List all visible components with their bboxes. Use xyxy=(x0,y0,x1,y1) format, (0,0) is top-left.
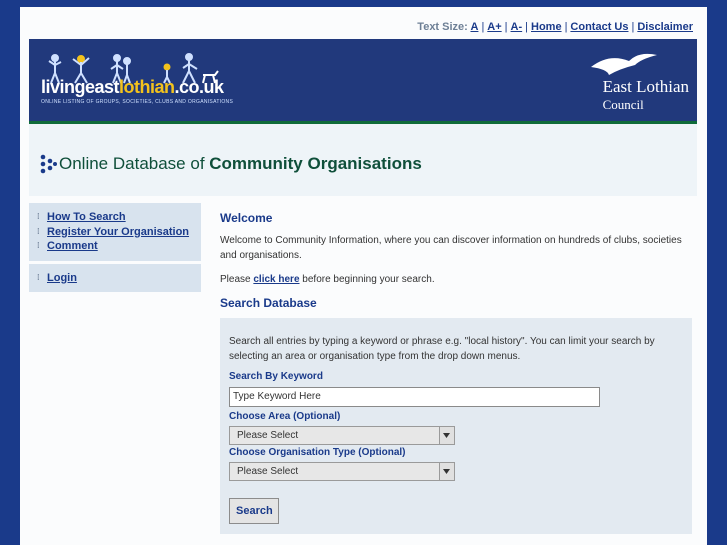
text-size-larger-link[interactable]: A+ xyxy=(487,21,501,33)
keyword-label: Search By Keyword xyxy=(229,371,323,382)
click-here-link[interactable]: click here xyxy=(253,274,299,285)
council-bird-icon xyxy=(591,53,657,75)
area-label: Choose Area (Optional) xyxy=(229,410,341,422)
dots-logo-icon xyxy=(40,154,57,174)
text-size-label: Text Size: xyxy=(417,21,468,33)
site-tagline: ONLINE LISTING OF GROUPS, SOCIETIES, CLU… xyxy=(41,99,234,105)
contact-us-link[interactable]: Contact Us xyxy=(570,21,628,33)
org-type-label: Choose Organisation Type (Optional) xyxy=(229,446,406,458)
sidebar-item-how-to-search[interactable]: ⁞ How To Search xyxy=(37,210,193,225)
search-button[interactable]: Search xyxy=(229,497,279,524)
utility-bar: Text Size: A | A+ | A- | Home | Contact Us | Discl… xyxy=(417,21,693,33)
page: Text Size: A | A+ | A- | Home | Contact Us | Discl… xyxy=(20,7,707,545)
keyword-input[interactable] xyxy=(229,386,600,407)
sidebar-item-register[interactable]: ⁞ Register Your Organisation xyxy=(37,225,193,240)
welcome-heading: Welcome xyxy=(220,211,273,225)
sidebar-item-comment[interactable]: ⁞ Comment xyxy=(37,239,193,254)
search-form: Search all entries by typing a keyword o… xyxy=(220,318,692,534)
main-content: Welcome Welcome to Community Information… xyxy=(220,203,692,534)
bullet-icon: ⁞ xyxy=(37,272,40,282)
bullet-icon: ⁞ xyxy=(37,212,40,221)
search-heading: Search Database xyxy=(220,296,317,310)
bullet-icon: ⁞ xyxy=(37,241,40,250)
sidebar-login-box: ⁞ Login xyxy=(29,263,201,292)
sidebar-menu: ⁞ How To Search ⁞ Register Your Organisati… xyxy=(29,203,201,261)
site-logo[interactable]: livingeastlothian.co.uk xyxy=(41,77,224,98)
search-intro: Search all entries by typing a keyword o… xyxy=(229,336,655,362)
chevron-down-icon[interactable] xyxy=(439,462,454,480)
disclaimer-link[interactable]: Disclaimer xyxy=(637,21,693,33)
sidebar: ⁞ How To Search ⁞ Register Your Organisati… xyxy=(29,203,201,295)
page-title: Online Database of Community Organisatio… xyxy=(59,154,422,173)
sidebar-item-login[interactable]: ⁞ Login xyxy=(37,271,193,286)
area-select[interactable]: Please Select xyxy=(229,425,455,445)
chevron-down-icon[interactable] xyxy=(439,426,454,444)
page-title-bar: Online Database of Community Organisatio… xyxy=(29,124,697,196)
welcome-text: Welcome to Community Information, where … xyxy=(220,235,682,261)
text-size-smaller-link[interactable]: A- xyxy=(511,21,523,33)
site-banner: livingeastlothian.co.uk ONLINE LISTING O… xyxy=(29,39,697,124)
bullet-icon: ⁞ xyxy=(37,226,40,236)
org-type-select[interactable]: Please Select xyxy=(229,461,455,481)
home-link[interactable]: Home xyxy=(531,21,562,33)
council-logo: East Lothian Council xyxy=(602,77,689,112)
instruction-text: Please click here before beginning your … xyxy=(220,274,435,285)
